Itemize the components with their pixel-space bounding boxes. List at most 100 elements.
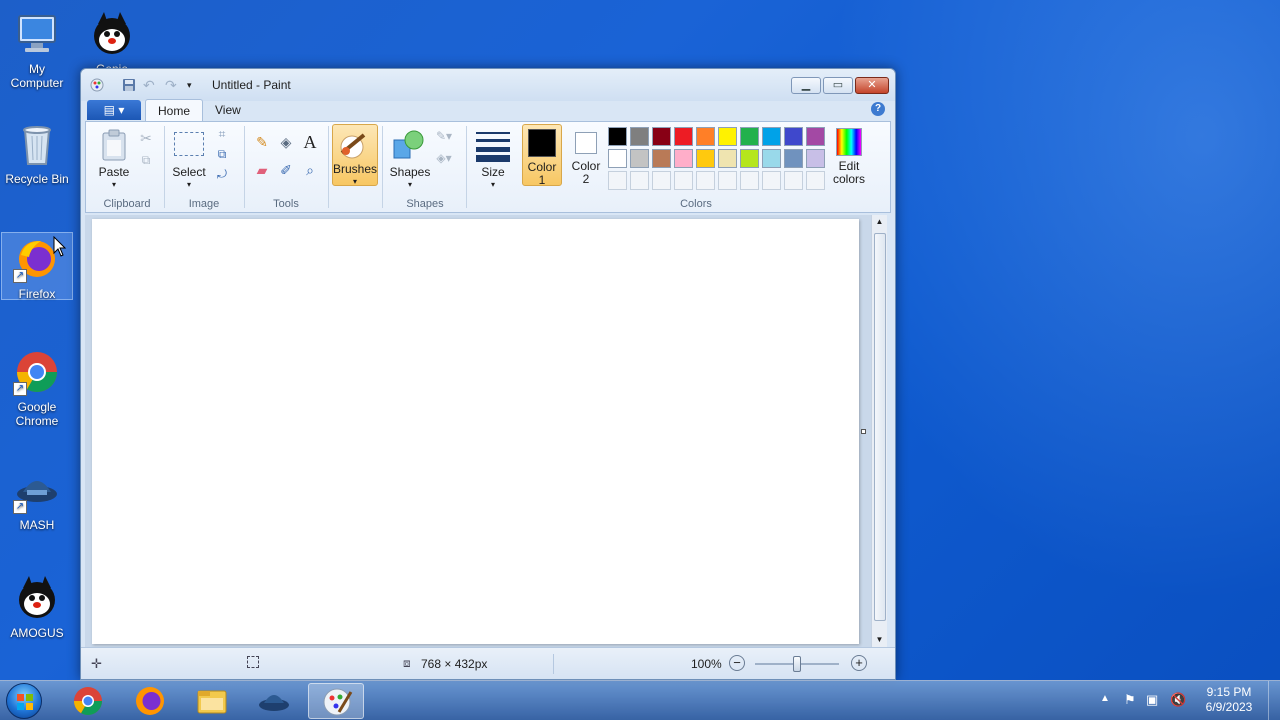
palette-swatch[interactable]: [696, 127, 715, 146]
custom-color-slot[interactable]: [806, 171, 825, 190]
magnifier-icon[interactable]: ⌕: [300, 160, 320, 180]
maximize-button[interactable]: ▭: [823, 77, 853, 94]
color1-button[interactable]: Color 1: [522, 124, 562, 187]
palette-swatch[interactable]: [784, 149, 803, 168]
scroll-down-icon[interactable]: ▼: [872, 633, 887, 647]
tab-home[interactable]: Home: [145, 99, 204, 121]
drawing-canvas[interactable]: [92, 219, 859, 644]
chevron-down-icon[interactable]: ▾: [386, 178, 434, 191]
cut-icon[interactable]: ✂: [136, 128, 156, 148]
canvas-resize-handle[interactable]: [861, 429, 866, 434]
desktop-icon-amogus[interactable]: AMOGUS: [1, 574, 73, 640]
fill-icon[interactable]: ◈▾: [434, 148, 454, 168]
help-icon[interactable]: ?: [871, 102, 885, 116]
shapes-icon[interactable]: [392, 128, 426, 160]
taskbar-mash-button[interactable]: [246, 683, 302, 719]
eraser-icon[interactable]: ▰: [252, 160, 272, 180]
close-button[interactable]: ✕: [855, 77, 889, 94]
zoom-in-button[interactable]: +: [851, 655, 867, 671]
chevron-down-icon[interactable]: ▾: [470, 178, 516, 191]
palette-swatch[interactable]: [674, 127, 693, 146]
desktop-icon-my-computer[interactable]: My Computer: [1, 10, 73, 90]
scroll-up-icon[interactable]: ▲: [872, 215, 887, 229]
taskbar-chrome-button[interactable]: [60, 683, 116, 719]
palette-swatch[interactable]: [740, 149, 759, 168]
select-rectangle-icon[interactable]: [174, 132, 204, 156]
paint-app-icon: [323, 688, 353, 716]
palette-swatch[interactable]: [784, 127, 803, 146]
chevron-down-icon[interactable]: ▾: [166, 178, 212, 191]
taskbar-explorer-button[interactable]: [184, 683, 240, 719]
file-menu-button[interactable]: ▤ ▾: [87, 100, 141, 120]
palette-swatch[interactable]: [762, 149, 781, 168]
palette-swatch[interactable]: [718, 149, 737, 168]
brushes-button[interactable]: Brushes ▾: [332, 124, 378, 186]
scrollbar-thumb[interactable]: [874, 233, 886, 621]
color-picker-icon[interactable]: ✐: [276, 160, 296, 180]
resize-icon[interactable]: ⧉: [212, 144, 232, 164]
action-center-flag-icon[interactable]: ⚑: [1124, 692, 1136, 708]
desktop-icon-recycle-bin[interactable]: Recycle Bin: [1, 120, 73, 186]
custom-color-slot[interactable]: [784, 171, 803, 190]
ribbon-tabs: ▤ ▾ Home View ?: [85, 99, 891, 121]
custom-color-slot[interactable]: [652, 171, 671, 190]
custom-color-slot[interactable]: [718, 171, 737, 190]
palette-swatch[interactable]: [674, 149, 693, 168]
title-bar[interactable]: ↶ ↷ ▾ Untitled - Paint ▁ ▭ ✕: [81, 69, 895, 101]
colors-group-label: Colors: [680, 198, 712, 210]
custom-color-slot[interactable]: [740, 171, 759, 190]
pencil-icon[interactable]: ✎: [252, 132, 272, 152]
rotate-icon[interactable]: ⤾: [212, 164, 232, 184]
desktop-icon-mash[interactable]: ↗ MASH: [1, 466, 73, 532]
paint-app-icon[interactable]: [89, 77, 105, 93]
custom-color-slot[interactable]: [696, 171, 715, 190]
minimize-button[interactable]: ▁: [791, 77, 821, 94]
clock[interactable]: 9:15 PM 6/9/2023: [1196, 685, 1262, 715]
custom-color-slot[interactable]: [762, 171, 781, 190]
palette-swatch[interactable]: [806, 149, 825, 168]
fill-bucket-icon[interactable]: ◈: [276, 132, 296, 152]
desktop-icon-google-chrome[interactable]: ↗ Google Chrome: [1, 348, 73, 428]
palette-swatch[interactable]: [762, 127, 781, 146]
zoom-slider-thumb[interactable]: [793, 656, 801, 672]
palette-swatch[interactable]: [608, 127, 627, 146]
network-icon[interactable]: ▣: [1146, 692, 1158, 708]
text-tool-icon[interactable]: A: [300, 132, 320, 152]
paint-window[interactable]: ↶ ↷ ▾ Untitled - Paint ▁ ▭ ✕ ▤ ▾ Home Vi…: [80, 68, 896, 680]
palette-swatch[interactable]: [608, 149, 627, 168]
save-icon[interactable]: [121, 77, 137, 93]
clipboard-icon[interactable]: [100, 128, 128, 162]
desktop-icon-genie[interactable]: Genie: [76, 10, 148, 76]
chevron-down-icon[interactable]: ▾: [92, 178, 136, 191]
outline-icon[interactable]: ✎▾: [434, 126, 454, 146]
tab-view[interactable]: View: [203, 99, 253, 121]
color2-button[interactable]: Color 2: [566, 124, 606, 186]
show-desktop-button[interactable]: [1268, 681, 1280, 720]
desktop-icon-label: Firefox: [18, 287, 56, 301]
zoom-out-button[interactable]: −: [729, 655, 745, 671]
line-size-icon[interactable]: [476, 130, 510, 162]
vertical-scrollbar[interactable]: ▲ ▼: [871, 215, 887, 647]
palette-swatch[interactable]: [740, 127, 759, 146]
palette-swatch[interactable]: [806, 127, 825, 146]
palette-swatch[interactable]: [630, 149, 649, 168]
undo-icon[interactable]: ↶: [143, 77, 159, 93]
custom-color-slot[interactable]: [674, 171, 693, 190]
customize-quick-access-icon[interactable]: ▾: [187, 77, 203, 93]
palette-swatch[interactable]: [718, 127, 737, 146]
redo-icon[interactable]: ↷: [165, 77, 181, 93]
taskbar-firefox-button[interactable]: [122, 683, 178, 719]
custom-color-slot[interactable]: [630, 171, 649, 190]
palette-swatch[interactable]: [652, 149, 671, 168]
copy-icon[interactable]: ⧉: [136, 150, 156, 170]
palette-swatch[interactable]: [630, 127, 649, 146]
start-button[interactable]: [6, 683, 42, 719]
custom-color-slot[interactable]: [608, 171, 627, 190]
palette-swatch[interactable]: [696, 149, 715, 168]
volume-muted-icon[interactable]: 🔇: [1170, 692, 1186, 708]
show-hidden-icons-button[interactable]: ▲: [1100, 693, 1110, 704]
taskbar-paint-button[interactable]: [308, 683, 364, 719]
palette-swatch[interactable]: [652, 127, 671, 146]
edit-colors-button[interactable]: Edit colors: [826, 124, 872, 186]
crop-icon[interactable]: ⌗: [212, 124, 232, 144]
